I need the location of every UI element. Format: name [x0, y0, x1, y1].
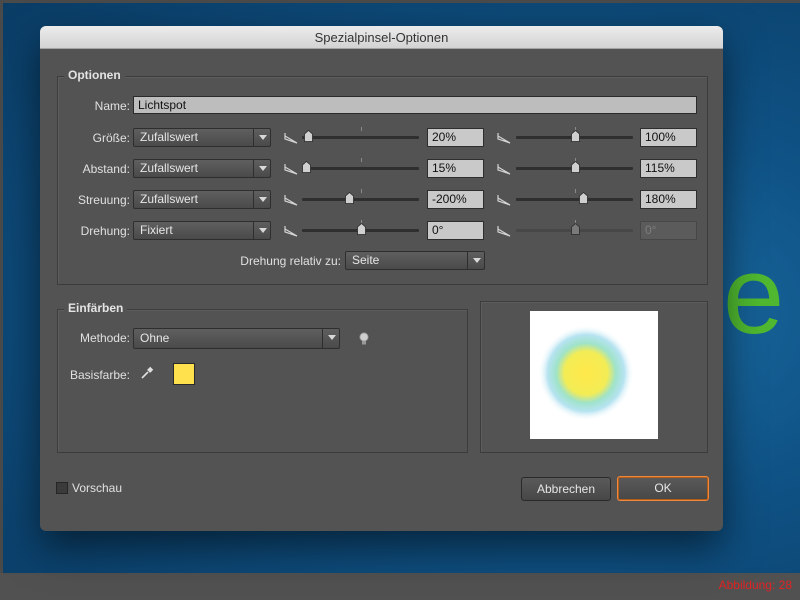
row-mode-value: Zufallswert	[140, 192, 199, 206]
ok-button[interactable]: OK	[617, 476, 709, 501]
row-min-slider-tick	[360, 158, 362, 162]
row-max-slider-thumb[interactable]	[570, 222, 580, 235]
row-mode-value: Zufallswert	[140, 161, 199, 175]
row-min-slider[interactable]	[302, 127, 419, 144]
row-mode-dropdown[interactable]: Zufallswert	[133, 159, 271, 178]
row-mode-dropdown[interactable]: Fixiert	[133, 221, 271, 240]
cancel-button[interactable]: Abbrechen	[521, 477, 611, 501]
row-min-value[interactable]: -200%	[427, 190, 484, 209]
method-label: Methode:	[79, 331, 130, 345]
row-min-slider[interactable]	[301, 158, 419, 175]
row-max-value[interactable]: 180%	[640, 190, 697, 209]
chevron-down-icon	[253, 129, 270, 146]
row-max-slider[interactable]	[516, 220, 633, 237]
row-min-slider-thumb[interactable]	[344, 191, 354, 204]
row-max-slider[interactable]	[516, 127, 633, 144]
eyedropper-icon[interactable]	[139, 365, 155, 381]
preview-label: Vorschau	[72, 481, 123, 495]
rotation-relative-label: Drehung relativ zu:	[240, 254, 341, 268]
row-min-slider-track	[302, 198, 419, 201]
method-value: Ohne	[140, 331, 170, 345]
row-max-slider-track	[516, 198, 633, 201]
row-min-slider-thumb[interactable]	[301, 160, 311, 173]
row-min-slider-tick	[360, 189, 362, 193]
pressure-mode-icon[interactable]	[497, 132, 511, 144]
row-mode-value: Zufallswert	[140, 130, 199, 144]
row-max-value: 0°	[640, 221, 697, 240]
pressure-mode-icon[interactable]	[497, 225, 511, 237]
pressure-mode-icon[interactable]	[284, 194, 298, 206]
row-min-slider-tick	[360, 127, 362, 131]
row-max-slider-tick	[574, 189, 576, 193]
name-field[interactable]: Lichtspot	[133, 96, 697, 114]
colorize-group-title: Einfärben	[64, 301, 128, 315]
chevron-down-icon	[322, 329, 339, 348]
row-max-slider-thumb[interactable]	[570, 160, 580, 173]
chevron-down-icon	[467, 252, 484, 269]
chevron-down-icon	[253, 160, 270, 177]
name-label: Name:	[94, 99, 130, 113]
row-label: Größe:	[92, 131, 130, 145]
pressure-mode-icon[interactable]	[284, 163, 298, 175]
row-max-slider-thumb[interactable]	[570, 129, 580, 142]
rotation-relative-dropdown[interactable]: Seite	[345, 251, 485, 270]
brush-preview-canvas	[530, 311, 658, 439]
special-brush-options-dialog: Spezialpinsel-Optionen Optionen Name: Li…	[40, 26, 723, 531]
row-min-slider-track	[302, 167, 419, 170]
pressure-mode-icon[interactable]	[497, 163, 511, 175]
chevron-down-icon	[253, 191, 270, 208]
row-max-slider[interactable]	[516, 189, 633, 206]
method-dropdown[interactable]: Ohne	[133, 328, 340, 349]
row-mode-dropdown[interactable]: Zufallswert	[133, 190, 271, 209]
row-mode-value: Fixiert	[140, 223, 173, 237]
row-min-value[interactable]: 15%	[427, 159, 484, 178]
figure-caption: Abbildung: 28	[718, 578, 792, 592]
row-label: Streuung:	[77, 193, 130, 207]
row-max-slider[interactable]	[516, 158, 633, 175]
lightbulb-tip-icon[interactable]	[358, 331, 370, 347]
brush-preview-panel	[480, 301, 708, 453]
row-min-slider-thumb[interactable]	[356, 222, 366, 235]
row-min-value[interactable]: 0°	[427, 221, 484, 240]
row-max-value[interactable]: 100%	[640, 128, 697, 147]
pressure-mode-icon[interactable]	[284, 132, 298, 144]
background-letter: e	[723, 234, 785, 357]
below-strip	[0, 573, 800, 600]
options-group-title: Optionen	[64, 68, 125, 82]
row-mode-dropdown[interactable]: Zufallswert	[133, 128, 271, 147]
brush-preview-spot	[538, 325, 634, 421]
dialog-title: Spezialpinsel-Optionen	[40, 26, 723, 49]
chevron-down-icon	[253, 222, 270, 239]
preview-checkbox[interactable]	[56, 482, 68, 494]
row-min-slider-thumb[interactable]	[303, 129, 313, 142]
rotation-relative-value: Seite	[352, 253, 380, 267]
pressure-mode-icon[interactable]	[284, 225, 298, 237]
row-min-value[interactable]: 20%	[427, 128, 484, 147]
row-max-slider-thumb[interactable]	[578, 191, 588, 204]
pressure-mode-icon[interactable]	[497, 194, 511, 206]
row-min-slider[interactable]	[302, 189, 419, 206]
row-min-slider[interactable]	[302, 220, 419, 237]
base-color-label: Basisfarbe:	[69, 368, 130, 382]
base-color-swatch[interactable]	[173, 363, 195, 385]
row-min-slider-track	[302, 136, 419, 139]
row-label: Abstand:	[82, 162, 130, 176]
row-label: Drehung:	[80, 224, 130, 238]
row-max-value[interactable]: 115%	[640, 159, 697, 178]
